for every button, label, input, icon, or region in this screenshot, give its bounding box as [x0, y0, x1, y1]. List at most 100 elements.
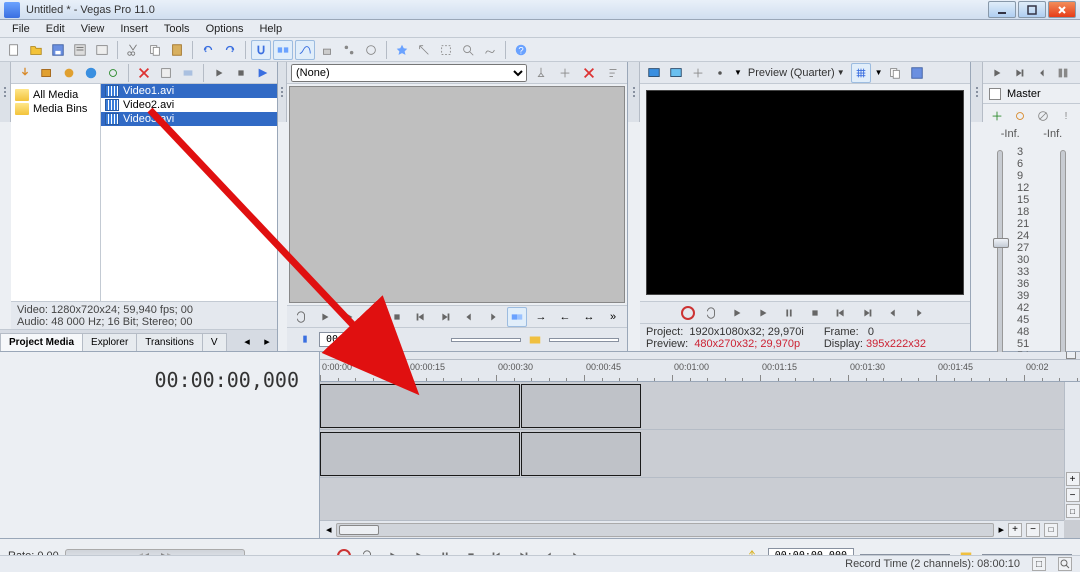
chevron-down-icon[interactable]: ▼ — [734, 68, 742, 77]
trimmer-more-button[interactable]: » — [603, 307, 623, 327]
fader-thumb[interactable] — [993, 238, 1009, 248]
media-tree[interactable]: All Media Media Bins — [11, 84, 101, 301]
zoom-out-button[interactable]: − — [1026, 523, 1040, 537]
capture-button[interactable] — [37, 63, 57, 83]
tree-media-bins[interactable]: Media Bins — [15, 102, 96, 116]
preview-fx-button[interactable] — [688, 63, 708, 83]
timeline-cursor-timecode[interactable]: 00:00:00,000 — [0, 360, 319, 400]
dock-handle[interactable] — [628, 62, 640, 122]
mixer-dim-button[interactable] — [1031, 63, 1051, 83]
menu-insert[interactable]: Insert — [112, 21, 156, 37]
media-file[interactable]: Video3.avi — [101, 112, 277, 126]
trimmer-go-start-button[interactable] — [411, 307, 431, 327]
preview-save-snapshot-button[interactable] — [907, 63, 927, 83]
menu-edit[interactable]: Edit — [38, 21, 73, 37]
trimmer-add-before-button[interactable]: ← — [555, 307, 575, 327]
trimmer-marker-button[interactable] — [295, 330, 315, 350]
go-to-start-button[interactable] — [831, 303, 851, 323]
timeline-clip[interactable] — [320, 432, 520, 476]
media-stop-button[interactable] — [231, 63, 251, 83]
render-button[interactable] — [92, 40, 112, 60]
track-height-dec-button[interactable]: − — [1066, 488, 1080, 502]
cut-button[interactable] — [123, 40, 143, 60]
envelope-tool-button[interactable] — [480, 40, 500, 60]
snapping-button[interactable] — [251, 40, 271, 60]
mixer-solo-button[interactable]: ! — [1056, 106, 1076, 126]
timeline-clip[interactable] — [320, 384, 520, 428]
trimmer-add-timeline-button[interactable] — [507, 307, 527, 327]
track-row-video[interactable] — [320, 382, 1080, 430]
media-props-button[interactable] — [156, 63, 176, 83]
preview-ext-button[interactable] — [644, 63, 664, 83]
mixer-mute-button[interactable] — [1033, 106, 1053, 126]
preview-output-button[interactable] — [666, 63, 686, 83]
dock-handle[interactable] — [971, 62, 983, 122]
record-button[interactable] — [681, 306, 695, 320]
tab-more[interactable]: V — [202, 333, 227, 351]
mixer-go-end-button[interactable] — [1009, 63, 1029, 83]
trimmer-selection-start[interactable] — [451, 338, 521, 342]
trimmer-add-after-button[interactable]: → — [531, 307, 551, 327]
tree-all-media[interactable]: All Media — [15, 88, 96, 102]
trimmer-selection-length[interactable] — [549, 338, 619, 342]
trimmer-pause-button[interactable] — [363, 307, 383, 327]
window-minimize-button[interactable] — [988, 1, 1016, 18]
menu-view[interactable]: View — [73, 21, 113, 37]
tool-button[interactable] — [361, 40, 381, 60]
next-frame-button[interactable] — [909, 303, 929, 323]
trimmer-display[interactable] — [289, 86, 625, 303]
trimmer-play-start-button[interactable] — [339, 307, 359, 327]
trimmer-sort-button[interactable] — [603, 63, 623, 83]
trimmer-media-select[interactable]: (None) — [291, 64, 527, 82]
zoom-fit-button[interactable]: □ — [1044, 523, 1058, 537]
properties-button[interactable] — [70, 40, 90, 60]
fx-button[interactable] — [392, 40, 412, 60]
trimmer-timecode[interactable]: 00:00:00, — [319, 332, 387, 347]
play-from-start-button[interactable] — [727, 303, 747, 323]
timeline-clip[interactable] — [521, 432, 641, 476]
web-button[interactable] — [81, 63, 101, 83]
pause-button[interactable] — [779, 303, 799, 323]
scroll-right-icon[interactable]: ▸ — [998, 523, 1004, 536]
track-fit-button[interactable]: □ — [1066, 504, 1080, 518]
mixer-play-button[interactable] — [987, 63, 1007, 83]
auto-crossfade-button[interactable] — [295, 40, 315, 60]
mixer-settings-button[interactable] — [1010, 106, 1030, 126]
save-button[interactable] — [48, 40, 68, 60]
window-close-button[interactable] — [1048, 1, 1076, 18]
timeline-tracks[interactable]: 0:00:0000:00:1500:00:3000:00:4500:01:000… — [320, 352, 1080, 538]
tab-transitions[interactable]: Transitions — [136, 333, 203, 351]
preview-display[interactable] — [646, 90, 964, 295]
mixer-fx-button[interactable] — [987, 106, 1007, 126]
mixer-downmix-button[interactable] — [1053, 63, 1073, 83]
menu-file[interactable]: File — [4, 21, 38, 37]
tab-scroll-right[interactable]: ▸ — [257, 331, 277, 351]
status-view-toggle[interactable]: □ — [1032, 557, 1046, 571]
media-fx-button[interactable] — [178, 63, 198, 83]
mixer-expand-icon[interactable] — [989, 88, 1001, 100]
undo-button[interactable] — [198, 40, 218, 60]
zoom-in-button[interactable]: + — [1008, 523, 1022, 537]
stop-button[interactable] — [805, 303, 825, 323]
play-button[interactable] — [753, 303, 773, 323]
window-maximize-button[interactable] — [1018, 1, 1046, 18]
refresh-button[interactable] — [103, 63, 123, 83]
trimmer-stop-button[interactable] — [387, 307, 407, 327]
media-views-button[interactable] — [253, 63, 273, 83]
media-file[interactable]: Video2.avi — [101, 98, 277, 112]
trimmer-prev-frame-button[interactable] — [459, 307, 479, 327]
open-button[interactable] — [26, 40, 46, 60]
auto-ripple-button[interactable] — [273, 40, 293, 60]
tab-scroll-left[interactable]: ◂ — [237, 331, 257, 351]
timeline-h-scrollbar[interactable] — [336, 523, 995, 537]
chevron-down-icon[interactable]: ▼ — [875, 68, 883, 77]
select-tool-button[interactable] — [436, 40, 456, 60]
edit-tool-button[interactable] — [414, 40, 434, 60]
timeline-clip[interactable] — [521, 384, 641, 428]
trimmer-go-end-button[interactable] — [435, 307, 455, 327]
redo-button[interactable] — [220, 40, 240, 60]
marker-bar-toggle[interactable] — [1066, 352, 1076, 359]
dock-handle[interactable] — [0, 62, 11, 122]
lock-envelopes-button[interactable] — [317, 40, 337, 60]
menu-help[interactable]: Help — [251, 21, 290, 37]
